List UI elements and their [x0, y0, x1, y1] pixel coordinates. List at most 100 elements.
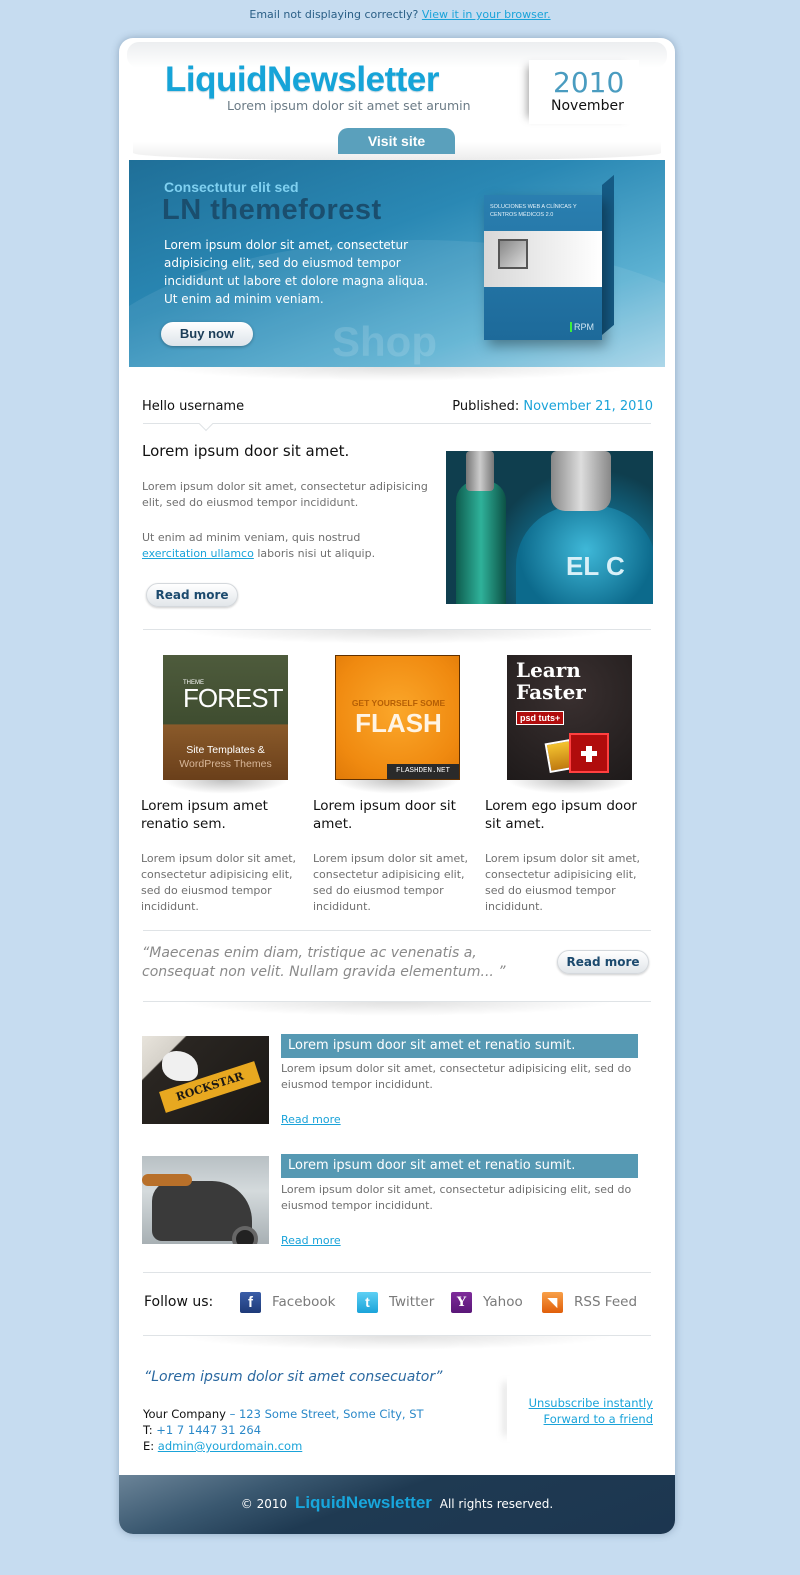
- hero-kicker: Consectutur elit sed: [164, 179, 299, 195]
- column-text: Lorem ipsum dolor sit amet, consectetur …: [313, 852, 469, 913]
- phone-number: +1 7 1447 31 264: [156, 1423, 262, 1437]
- contact-separator: [507, 1376, 521, 1442]
- forward-link[interactable]: Forward to a friend: [529, 1411, 653, 1427]
- cube-icon: [498, 239, 528, 269]
- rss-link[interactable]: ◥ RSS Feed: [542, 1290, 637, 1314]
- bottle-cap-right: [551, 451, 611, 511]
- twitter-link[interactable]: t Twitter: [357, 1290, 434, 1314]
- rights-text: All rights reserved.: [439, 1497, 554, 1511]
- row-title: Lorem ipsum door sit amet et renatio sum…: [281, 1154, 638, 1178]
- greeting-divider: [143, 423, 651, 424]
- box-front: SOLUCIONES WEB A CLÍNICAS Y CENTROS MÉDI…: [484, 195, 602, 340]
- buy-now-button[interactable]: Buy now: [161, 322, 253, 346]
- column-title: Lorem ipsum amet renatio sem.: [141, 798, 268, 832]
- product-box-image: SOLUCIONES WEB A CLÍNICAS Y CENTROS MÉDI…: [484, 174, 614, 340]
- fl-small-text: GET YOURSELF SOME: [351, 698, 446, 708]
- twitter-icon: t: [357, 1291, 378, 1313]
- themeforest-image[interactable]: THEME FOREST Site Templates & WordPress …: [163, 655, 288, 780]
- phone-label: T:: [143, 1423, 153, 1437]
- rss-icon: ◥: [542, 1291, 563, 1313]
- divider-notch: [198, 416, 214, 432]
- image-shadow: [335, 780, 460, 794]
- feature-title: Lorem ipsum door sit amet.: [142, 442, 350, 460]
- image-shadow: [507, 780, 632, 794]
- feature-image: EL C: [446, 451, 653, 604]
- hero-shadow: [159, 367, 635, 381]
- view-in-browser-link[interactable]: View it in your browser.: [422, 8, 551, 21]
- hero-title: LN themeforest: [162, 194, 382, 226]
- facebook-label: Facebook: [272, 1294, 336, 1310]
- psdtuts-image[interactable]: Learn Faster psd tuts+: [507, 655, 632, 780]
- footer-links: Unsubscribe instantly Forward to a frien…: [529, 1395, 653, 1427]
- feature-text: Ut enim ad minim veniam, quis nostrud: [142, 531, 361, 544]
- plus-icon: [569, 733, 609, 773]
- box-label: SOLUCIONES WEB A CLÍNICAS Y CENTROS MÉDI…: [490, 204, 577, 218]
- tf-line2: WordPress Themes: [179, 758, 272, 770]
- follow-label: Follow us:: [144, 1294, 214, 1310]
- pt-tag: psd tuts+: [516, 711, 565, 725]
- feature-paragraph-1: Lorem ipsum dolor sit amet, consectetur …: [142, 480, 428, 509]
- greeting: Hello username: [142, 399, 245, 414]
- published-label: Published:: [452, 399, 520, 414]
- footer-bar: © 2010 LiquidNewsletter All rights reser…: [119, 1475, 675, 1534]
- company-address: – 123 Some Street, Some City, ST: [225, 1407, 424, 1421]
- tagline: Lorem ipsum dolor sit amet set arumin: [227, 98, 471, 113]
- fl-tag: FLASHDEN.NET: [387, 764, 459, 779]
- column-title: Lorem ego ipsum door sit amet.: [485, 798, 637, 832]
- newsletter-sheet: LiquidNewsletter Lorem ipsum dolor sit a…: [119, 38, 675, 1534]
- feature-inline-link[interactable]: exercitation ullamco: [142, 547, 254, 560]
- unsubscribe-link[interactable]: Unsubscribe instantly: [529, 1395, 653, 1411]
- address-line: Your Company – 123 Some Street, Some Cit…: [143, 1406, 424, 1422]
- section-shadow: [179, 1002, 615, 1016]
- feature-read-more-button[interactable]: Read more: [146, 583, 238, 607]
- copyright: © 2010: [240, 1497, 288, 1511]
- pull-quote: “Maecenas enim diam, tristique ac venena…: [142, 945, 506, 980]
- figure-silhouette: [162, 1051, 198, 1081]
- row-title: Lorem ipsum door sit amet et renatio sum…: [281, 1034, 638, 1058]
- rss-label: RSS Feed: [574, 1294, 638, 1310]
- feature-text-end: laboris nisi ut aliquip.: [257, 547, 376, 560]
- issue-year: 2010: [553, 66, 625, 99]
- scooter-image: [142, 1156, 269, 1244]
- scooter-wheel: [232, 1226, 258, 1244]
- bottle-lettering: EL C: [566, 551, 625, 581]
- hero-text: Lorem ipsum dolor sit amet, consectetur …: [164, 238, 429, 306]
- facebook-link[interactable]: f Facebook: [240, 1290, 335, 1314]
- pt-big-text: Learn Faster: [516, 658, 586, 704]
- section-shadow: [179, 630, 615, 644]
- fl-big-text: FLASH: [355, 708, 442, 738]
- company-name: Your Company: [143, 1407, 226, 1421]
- phone-line: T: +1 7 1447 31 264: [143, 1422, 424, 1438]
- row-read-more-link[interactable]: Read more: [281, 1234, 341, 1247]
- row-text: Lorem ipsum dolor sit amet, consectetur …: [281, 1062, 632, 1091]
- quote-read-more-button[interactable]: Read more: [557, 950, 649, 974]
- flashden-image[interactable]: GET YOURSELF SOME FLASH FLASHDEN.NET: [335, 655, 460, 780]
- hero-banner: Shop Consectutur elit sed LN themeforest…: [129, 160, 665, 367]
- issue-date: 2010 November: [529, 60, 639, 124]
- email-link[interactable]: admin@yourdomain.com: [158, 1439, 302, 1453]
- preheader: Email not displaying correctly? View it …: [0, 8, 800, 21]
- bottle-cap-left: [466, 451, 494, 491]
- rockstar-image: ROCKSTAR: [142, 1036, 269, 1124]
- yahoo-link[interactable]: Y Yahoo: [451, 1290, 523, 1314]
- visit-site-button[interactable]: Visit site: [338, 128, 455, 154]
- tf-line1: Site Templates &: [186, 744, 265, 756]
- issue-month: November: [551, 98, 624, 114]
- row-read-more-link[interactable]: Read more: [281, 1113, 341, 1126]
- tf-subtitle: Site Templates & WordPress Themes: [163, 743, 288, 771]
- yahoo-label: Yahoo: [483, 1294, 523, 1310]
- section-shadow: [179, 1336, 615, 1350]
- feature-paragraph-2: Ut enim ad minim veniam, quis nostrud ex…: [142, 530, 442, 562]
- image-shadow: [163, 780, 288, 794]
- tf-big-text: FOREST: [183, 683, 283, 713]
- email-label: E:: [143, 1439, 155, 1453]
- contact-info: Your Company – 123 Some Street, Some Cit…: [143, 1406, 424, 1454]
- yahoo-icon: Y: [451, 1291, 472, 1313]
- plus-v: [586, 746, 592, 762]
- published-info: Published: November 21, 2010: [452, 399, 653, 414]
- column-text: Lorem ipsum dolor sit amet, consectetur …: [141, 852, 297, 913]
- logo: LiquidNewsletter: [165, 60, 439, 99]
- column-title: Lorem ipsum door sit amet.: [313, 798, 456, 832]
- bottle-left: [456, 481, 506, 604]
- row-text: Lorem ipsum dolor sit amet, consectetur …: [281, 1183, 632, 1212]
